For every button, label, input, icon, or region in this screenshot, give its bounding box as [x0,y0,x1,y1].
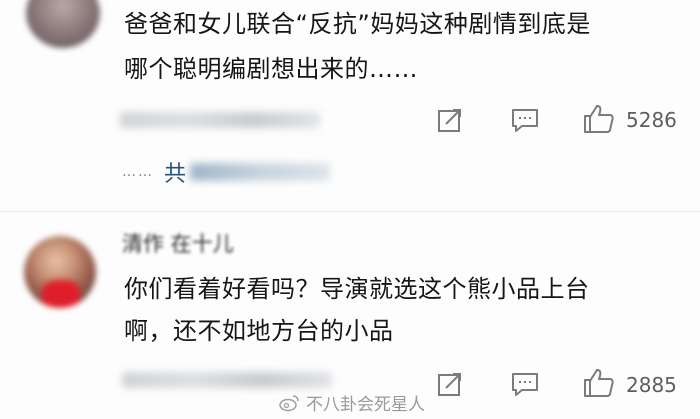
thumbs-up-icon[interactable] [582,367,616,399]
reply-count-blurred [190,163,331,181]
comment-text-line: 哪个聪明编剧想出来的…… [124,55,418,83]
reply-count-label: 共 [164,162,187,187]
replies-link[interactable]: …… 共 [122,152,331,192]
comment-feed: 爸爸和女儿联合“反抗”妈妈这种剧情到底是 哪个聪明编剧想出来的…… 5286 …… [0,0,700,419]
reply-dots: …… [122,164,154,180]
watermark-text: 不八卦会死星人 [306,395,425,415]
comment-icon[interactable] [510,370,540,398]
comment-text-line: 啊，还不如地方台的小品 [124,317,394,345]
username[interactable]: 清作 在十儿 [122,228,234,258]
share-icon[interactable] [436,106,464,134]
comment-text-line: 你们看着好看吗？导演就选这个熊小品上台 [124,275,590,303]
avatar[interactable] [24,236,96,308]
thumbs-up-icon[interactable] [582,103,616,135]
weibo-logo-icon [279,394,299,411]
comment-icon[interactable] [510,106,540,134]
comment-meta-blurred [122,372,332,388]
avatar[interactable] [26,0,100,48]
share-icon[interactable] [436,370,464,398]
like-count: 5286 [626,108,677,132]
comment-text-line: 爸爸和女儿联合“反抗”妈妈这种剧情到底是 [124,10,591,38]
comment-meta-blurred [120,112,320,128]
like-count: 2885 [626,373,677,397]
watermark: 不八卦会死星人 [278,390,425,415]
divider [0,211,700,212]
